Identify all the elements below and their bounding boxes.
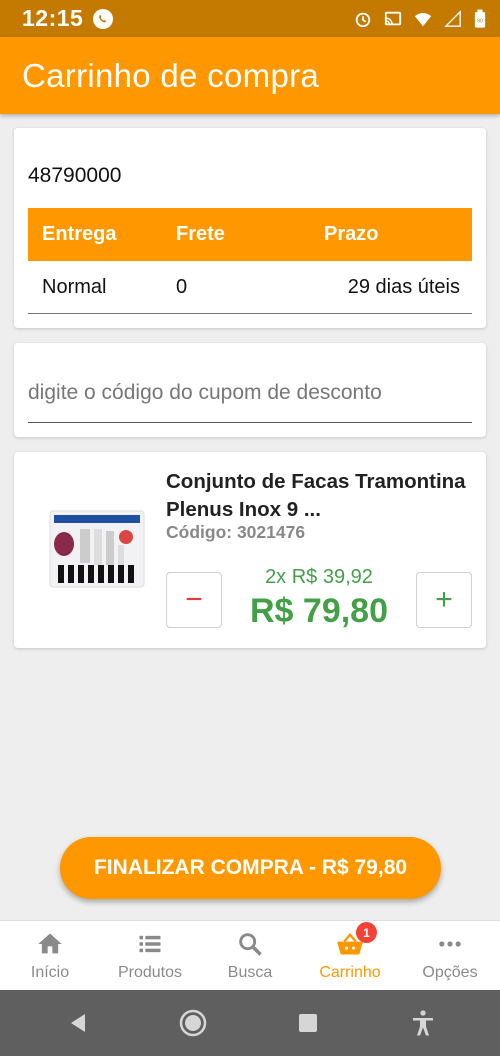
product-code: Código: 3021476 — [166, 522, 306, 542]
recents-icon[interactable] — [293, 1008, 323, 1038]
signal-icon — [444, 9, 461, 27]
svg-text:90: 90 — [477, 18, 483, 24]
coupon-card — [14, 343, 486, 437]
decrease-quantity-button[interactable]: − — [166, 572, 222, 628]
product-image — [49, 510, 145, 588]
whatsapp-icon — [93, 8, 114, 29]
checkout-button[interactable]: FINALIZAR COMPRA - R$ 79,80 — [60, 837, 441, 899]
delivery-time: 29 dias úteis — [347, 275, 460, 298]
cart-item: Conjunto de Facas Tramontina Plenus Inox… — [14, 452, 486, 648]
search-icon — [239, 932, 262, 956]
nav-item-busca[interactable]: Busca — [200, 921, 300, 990]
shipping-table-header: Entrega Frete Prazo — [28, 208, 472, 261]
shipping-card: 48790000 Entrega Frete Prazo Normal 0 29… — [14, 128, 486, 328]
app-bar: Carrinho de compra — [0, 37, 500, 114]
back-icon[interactable] — [63, 1008, 93, 1038]
shipping-cost: 0 — [176, 275, 188, 298]
system-navigation-bar — [0, 990, 500, 1056]
header-prazo: Prazo — [324, 223, 379, 245]
page-title: Carrinho de compra — [22, 56, 320, 94]
shipping-table: Entrega Frete Prazo Normal 0 29 dias úte… — [28, 208, 472, 314]
status-time: 12:15 — [22, 5, 84, 31]
cart-count-badge: 1 — [356, 922, 377, 943]
header-entrega: Entrega — [42, 223, 117, 245]
nav-item-inicio[interactable]: Início — [0, 921, 100, 990]
nav-label: Busca — [227, 963, 273, 981]
list-icon — [139, 935, 161, 952]
alarm-icon — [355, 12, 371, 27]
delivery-type: Normal — [42, 275, 107, 298]
accessibility-icon[interactable] — [408, 1008, 438, 1038]
battery-icon: 90 — [474, 9, 486, 28]
cep-value: 48790000 — [28, 164, 122, 187]
increase-quantity-button[interactable]: + — [416, 572, 472, 628]
product-name[interactable]: Conjunto de Facas Tramontina Plenus Inox… — [166, 468, 472, 524]
bottom-navigation: Início Produtos Busca 1 Carrinho Opções — [0, 920, 500, 990]
more-icon — [439, 940, 461, 947]
nav-item-produtos[interactable]: Produtos — [100, 921, 200, 990]
unit-price: 2x R$ 39,92 — [265, 566, 373, 588]
nav-label: Início — [30, 963, 70, 981]
status-bar: 12:15 90 — [0, 0, 500, 37]
item-total-price: R$ 79,80 — [250, 592, 388, 630]
home-icon — [38, 933, 62, 953]
nav-item-carrinho[interactable]: 1 Carrinho — [300, 921, 400, 990]
header-frete: Frete — [176, 223, 225, 245]
shipping-option-row[interactable]: Normal 0 29 dias úteis — [28, 261, 472, 314]
nav-label: Opções — [422, 963, 478, 981]
coupon-input[interactable] — [28, 363, 472, 423]
nav-label: Produtos — [117, 963, 183, 981]
home-button-icon[interactable] — [178, 1008, 208, 1038]
nav-label: Carrinho — [319, 963, 381, 981]
wifi-icon — [414, 12, 432, 26]
cast-icon — [384, 11, 402, 25]
nav-item-opcoes[interactable]: Opções — [400, 921, 500, 990]
